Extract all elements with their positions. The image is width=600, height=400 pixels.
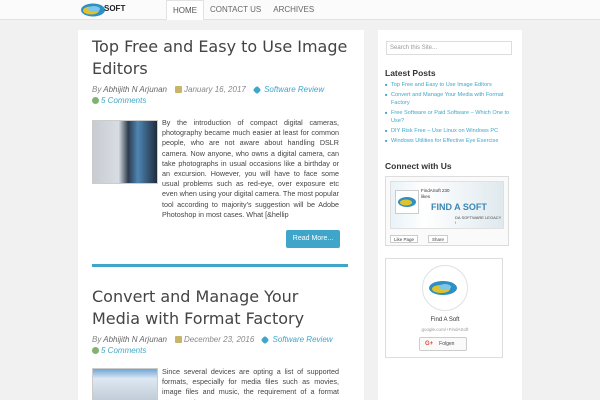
calendar-icon	[175, 86, 183, 93]
facebook-brand-text: FIND A SOFT	[431, 202, 487, 212]
post-category[interactable]: Software Review	[264, 85, 324, 94]
facebook-page-widget[interactable]: FindASoft 230 likes FIND A SOFT DA SOFTW…	[385, 176, 509, 246]
search-input[interactable]: Search this Site...	[386, 41, 512, 55]
post-comments[interactable]: 5 Comments	[101, 346, 146, 355]
logo-text: SOFT	[104, 4, 126, 13]
post-date: January 16, 2017	[184, 85, 246, 94]
post-2: Convert and Manage Your Media with Forma…	[92, 286, 350, 356]
latest-post-link[interactable]: Windows Utilities for Effective Eye Exer…	[385, 137, 517, 145]
latest-posts-heading: Latest Posts	[385, 68, 436, 78]
post-excerpt: By the introduction of compact digital c…	[162, 118, 339, 219]
post-title[interactable]: Top Free and Easy to Use Image Editors	[92, 36, 350, 80]
google-plus-icon: G+	[425, 341, 434, 347]
post-date: December 23, 2016	[184, 335, 255, 344]
facebook-share-button[interactable]: Share	[428, 235, 449, 243]
latest-post-link[interactable]: DIY Risk Free – Use Linux on Windows PC	[385, 127, 517, 135]
gplus-avatar[interactable]	[422, 265, 468, 311]
calendar-icon	[175, 336, 183, 343]
post-meta: By Abhijith N Arjunan December 23, 2016 S…	[92, 335, 333, 355]
post-author[interactable]: Abhijith N Arjunan	[103, 335, 167, 344]
latest-post-link[interactable]: Top Free and Easy to Use Image Editors	[385, 81, 517, 89]
gplus-name[interactable]: Find A Soft	[386, 317, 504, 323]
gplus-url: google.com/+FindASoft	[421, 327, 469, 332]
post-thumbnail[interactable]	[92, 368, 158, 400]
facebook-page-name: FindASoft 230 likes	[421, 188, 450, 199]
post-category[interactable]: Software Review	[273, 335, 333, 344]
gplus-follow-label: Folgen	[439, 341, 455, 347]
gplus-follow-button[interactable]: G+ Folgen	[419, 337, 467, 351]
comment-icon	[92, 97, 99, 104]
post-1: Top Free and Easy to Use Image Editors B…	[92, 36, 350, 106]
comment-icon	[92, 347, 99, 354]
findasoft-logo-icon	[398, 197, 416, 207]
post-author[interactable]: Abhijith N Arjunan	[103, 85, 167, 94]
tag-icon	[252, 85, 262, 95]
main-content: Top Free and Easy to Use Image Editors B…	[78, 30, 364, 400]
post-thumbnail[interactable]	[92, 120, 158, 184]
nav-contact-us[interactable]: CONTACT US	[204, 0, 267, 20]
facebook-share-label: Share	[432, 237, 445, 242]
facebook-like-button[interactable]: Like Page	[390, 235, 419, 243]
latest-post-link[interactable]: Free Software or Paid Software – Which O…	[385, 109, 517, 125]
top-navbar: SOFT HOME CONTACT US ARCHIVES	[0, 0, 600, 20]
findasoft-logo-icon	[429, 281, 457, 295]
facebook-cover-image: FindASoft 230 likes FIND A SOFT DA SOFTW…	[390, 181, 504, 229]
post-comments[interactable]: 5 Comments	[101, 96, 146, 105]
main-nav: HOME CONTACT US ARCHIVES	[166, 0, 320, 20]
post-title[interactable]: Convert and Manage Your Media with Forma…	[92, 286, 350, 330]
facebook-like-label: Like Page	[394, 237, 415, 242]
post-divider	[92, 264, 348, 267]
facebook-tagline: DA SOFTWARE LEGACY !	[455, 215, 502, 225]
nav-home[interactable]: HOME	[166, 0, 204, 20]
nav-archives[interactable]: ARCHIVES	[267, 0, 320, 20]
latest-posts-list: Top Free and Easy to Use Image Editors C…	[385, 81, 517, 147]
latest-post-link[interactable]: Convert and Manage Your Media with Forma…	[385, 91, 517, 107]
connect-heading: Connect with Us	[385, 161, 452, 171]
post-meta: By Abhijith N Arjunan January 16, 2017 So…	[92, 85, 325, 105]
read-more-button[interactable]: Read More...	[286, 230, 340, 248]
sidebar: Search this Site... Latest Posts Top Fre…	[378, 30, 522, 400]
google-plus-widget: Find A Soft google.com/+FindASoft G+ Folg…	[385, 258, 503, 358]
post-excerpt: Since several devices are opting a list …	[162, 367, 339, 400]
tag-icon	[261, 335, 270, 345]
facebook-profile-picture	[395, 190, 419, 214]
